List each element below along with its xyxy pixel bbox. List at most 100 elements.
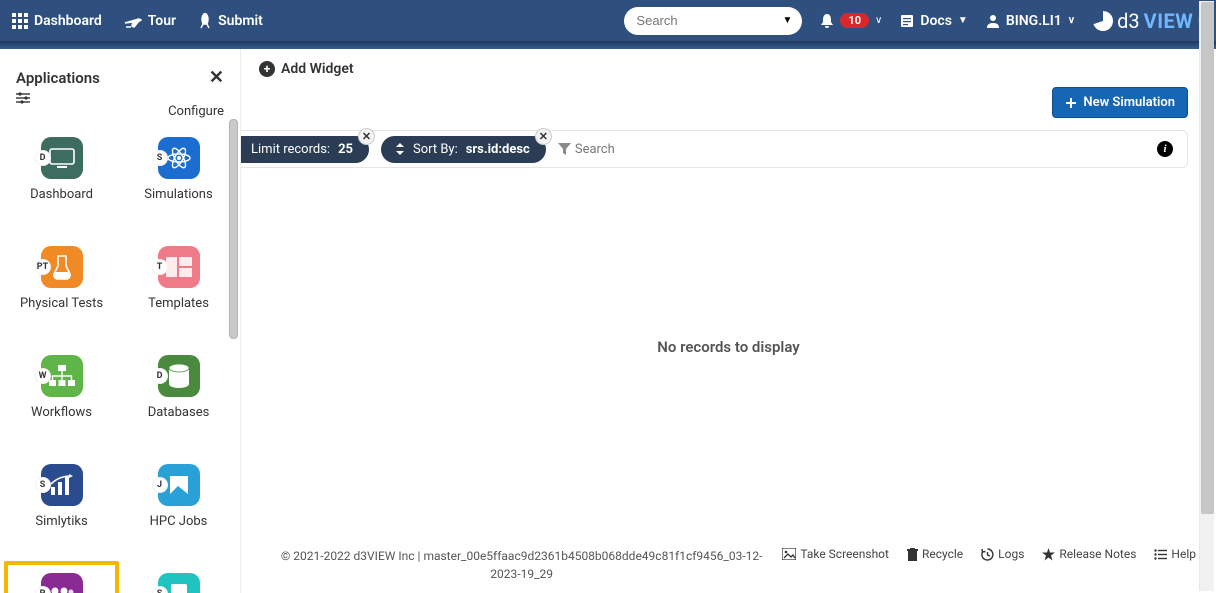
plane-icon: [124, 14, 142, 28]
sort-by-pill[interactable]: Sort By: srs.id:desc ✕: [381, 136, 546, 163]
screenshot-label: Take Screenshot: [800, 547, 889, 561]
templates-icon: T: [158, 246, 200, 288]
close-icon[interactable]: ✕: [209, 67, 224, 88]
add-widget-label: Add Widget: [281, 61, 354, 77]
app-tile-dashboard[interactable]: D Dashboard: [14, 137, 109, 202]
new-simulation-button[interactable]: New Simulation: [1052, 87, 1188, 118]
physical-tests-icon: PT: [41, 246, 83, 288]
main-content: + Add Widget New Simulation Limit record…: [241, 49, 1216, 593]
recycle-link[interactable]: Recycle: [907, 547, 963, 561]
logs-label: Logs: [998, 547, 1024, 561]
configure-link[interactable]: Configure: [0, 92, 240, 127]
applications-panel: Applications ✕ Configure DDashboardSSimu…: [0, 49, 241, 593]
bell-icon: [820, 13, 834, 29]
nav-docs-label: Docs: [920, 13, 952, 29]
nav-dashboard[interactable]: Dashboard: [12, 13, 102, 29]
sliders-icon: [16, 92, 30, 104]
empty-message: No records to display: [241, 338, 1216, 356]
nav-submit-label: Submit: [218, 13, 263, 29]
dashboard-icon: D: [41, 137, 83, 179]
take-screenshot-link[interactable]: Take Screenshot: [782, 547, 889, 561]
app-tile-projects[interactable]: PProjects: [14, 573, 109, 593]
recycle-label: Recycle: [922, 547, 963, 561]
app-label: Simulations: [144, 187, 212, 202]
search-input[interactable]: [636, 13, 790, 28]
sort-label: Sort By:: [413, 142, 458, 157]
app-corner-badge: PT: [35, 259, 51, 275]
nav-user-label: BING.LI1: [1006, 13, 1062, 29]
global-search[interactable]: ▼: [624, 7, 802, 35]
star-icon: [1042, 548, 1055, 561]
trash-icon: [907, 548, 918, 561]
add-widget-button[interactable]: + Add Widget: [259, 61, 354, 77]
notifications[interactable]: 10 ∨: [820, 13, 882, 29]
nav-user[interactable]: BING.LI1 ∨: [986, 13, 1075, 29]
nav-tour-label: Tour: [148, 13, 176, 29]
close-icon[interactable]: ✕: [535, 128, 552, 145]
funnel-icon: [558, 143, 571, 156]
plus-icon: [1065, 97, 1077, 109]
databases-icon: D: [158, 355, 200, 397]
rocket-icon: [198, 13, 212, 29]
app-label: HPC Jobs: [150, 514, 208, 529]
app-tile-physical-tests[interactable]: PTPhysical Tests: [14, 246, 109, 311]
app-corner-badge: W: [35, 368, 51, 384]
logo-view: VIEW: [1144, 9, 1194, 33]
sort-icon: [395, 143, 405, 155]
user-icon: [986, 14, 1000, 28]
nav-tour[interactable]: Tour: [124, 13, 176, 29]
app-tile-workflows[interactable]: W Workflows: [14, 355, 109, 420]
nav-submit[interactable]: Submit: [198, 13, 263, 29]
app-label: Templates: [148, 296, 209, 311]
footer: © 2021-2022 d3VIEW Inc | master_00e5ffaa…: [241, 537, 1216, 593]
scrollbar-thumb[interactable]: [1201, 2, 1214, 514]
close-icon[interactable]: ✕: [358, 128, 375, 145]
app-tile-hpc-jobs[interactable]: J HPC Jobs: [131, 464, 226, 529]
simlytiks-icon: S: [41, 464, 83, 506]
app-corner-badge: T: [152, 259, 168, 275]
help-label: Help: [1171, 547, 1196, 561]
history-icon: [981, 548, 994, 561]
hpc-jobs-icon: J: [158, 464, 200, 506]
chevron-down-icon: ∨: [1068, 15, 1075, 26]
release-notes-link[interactable]: Release Notes: [1042, 547, 1136, 561]
app-label: Workflows: [31, 405, 92, 420]
top-navbar: Dashboard Tour Submit ▼ 10 ∨ Docs ▼ BING…: [0, 0, 1216, 41]
nav-dashboard-label: Dashboard: [34, 13, 102, 29]
logo-pie-icon: [1093, 11, 1113, 31]
notes-label: Release Notes: [1059, 547, 1136, 561]
filter-bar: Limit records: 25 ✕ Sort By: srs.id:desc…: [241, 130, 1188, 168]
app-tile-simlytiks[interactable]: SSimlytiks: [14, 464, 109, 529]
sidebar-scrollbar[interactable]: [229, 119, 238, 339]
simulations-icon: S: [158, 137, 200, 179]
app-corner-badge: S: [152, 586, 168, 593]
sort-value: srs.id:desc: [466, 142, 530, 157]
page-scrollbar[interactable]: [1199, 1, 1214, 591]
app-tile-studies[interactable]: SStudies: [131, 573, 226, 593]
image-icon: [782, 548, 796, 560]
highlighted-tile: PProjects: [4, 561, 119, 593]
brand-logo: d3VIEW✶: [1093, 9, 1204, 33]
app-tile-databases[interactable]: DDatabases: [131, 355, 226, 420]
nav-docs[interactable]: Docs ▼: [900, 13, 967, 29]
logo-d3: d3: [1117, 9, 1140, 33]
logs-link[interactable]: Logs: [981, 547, 1024, 561]
limit-value: 25: [338, 142, 353, 157]
search-caret-icon[interactable]: ▼: [783, 15, 793, 26]
plus-circle-icon: +: [259, 61, 275, 77]
navbar-gradient-stripe: [0, 41, 1216, 49]
list-icon: [1154, 549, 1167, 560]
filter-search-label: Search: [575, 142, 615, 157]
app-tile-templates[interactable]: T Templates: [131, 246, 226, 311]
projects-icon: P: [41, 573, 83, 593]
help-link[interactable]: Help: [1154, 547, 1196, 561]
notif-count: 10: [840, 13, 869, 28]
limit-records-pill[interactable]: Limit records: 25 ✕: [241, 136, 369, 163]
app-label: Dashboard: [30, 187, 93, 202]
app-corner-badge: S: [35, 477, 51, 493]
studies-icon: S: [158, 573, 200, 593]
app-tile-simulations[interactable]: S Simulations: [131, 137, 226, 202]
app-corner-badge: D: [152, 368, 168, 384]
filter-search[interactable]: Search: [558, 142, 615, 157]
info-icon[interactable]: i: [1157, 141, 1173, 157]
